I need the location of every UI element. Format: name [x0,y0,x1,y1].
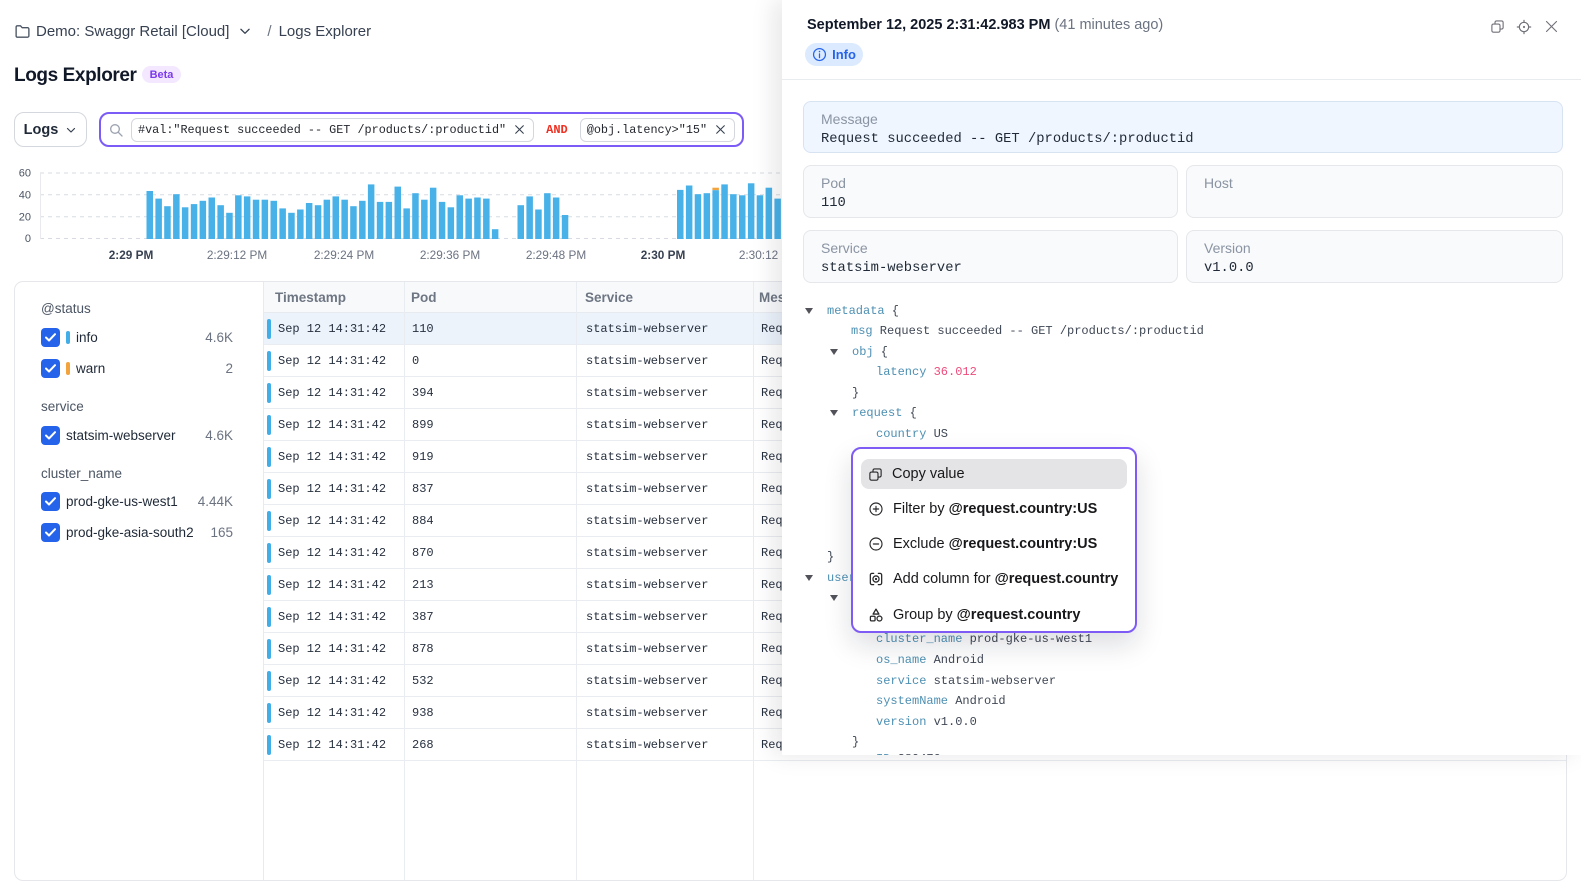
svg-text:40: 40 [19,190,31,202]
svg-text:2:29:36 PM: 2:29:36 PM [420,248,480,262]
svg-text:2:29:12 PM: 2:29:12 PM [207,248,267,262]
svg-text:2:29:24 PM: 2:29:24 PM [314,248,374,262]
svg-text:2:30 PM: 2:30 PM [641,248,686,262]
svg-text:60: 60 [19,168,31,180]
svg-text:2:29:48 PM: 2:29:48 PM [526,248,586,262]
svg-text:20: 20 [19,212,31,224]
svg-text:0: 0 [25,233,31,245]
svg-text:2:29 PM: 2:29 PM [109,248,154,262]
